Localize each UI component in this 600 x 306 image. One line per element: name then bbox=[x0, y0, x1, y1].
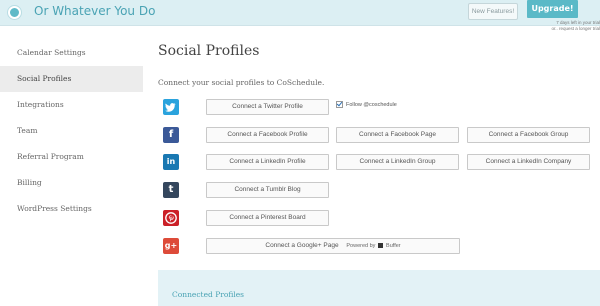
connect-tumblr-blog-button[interactable]: Connect a Tumblr Blog bbox=[206, 182, 329, 198]
facebook-icon: f bbox=[163, 127, 179, 143]
upgrade-button[interactable]: Upgrade! bbox=[527, 0, 578, 18]
trial-days-left: 7 days left in your trial bbox=[556, 20, 600, 25]
follow-coschedule-option[interactable]: Follow @coschedule bbox=[336, 101, 397, 108]
brand-name[interactable]: Or Whatever You Do bbox=[34, 4, 155, 18]
connect-facebook-page-button[interactable]: Connect a Facebook Page bbox=[336, 127, 459, 143]
sidebar-item-billing[interactable]: Billing bbox=[0, 170, 143, 196]
twitter-icon bbox=[163, 99, 179, 115]
sidebar-item-social-profiles[interactable]: Social Profiles bbox=[0, 66, 143, 92]
connected-profiles-panel: Connected Profiles bbox=[158, 270, 600, 306]
follow-coschedule-checkbox[interactable] bbox=[336, 101, 343, 108]
powered-by-label: Powered by bbox=[346, 243, 376, 249]
linkedin-icon: in bbox=[163, 154, 179, 170]
sidebar-item-wordpress-settings[interactable]: WordPress Settings bbox=[0, 196, 143, 222]
connect-twitter-profile-button[interactable]: Connect a Twitter Profile bbox=[206, 99, 329, 115]
connected-profiles-title: Connected Profiles bbox=[172, 290, 245, 299]
connect-google-plus-page-label: Connect a Google+ Page bbox=[265, 242, 339, 249]
tumblr-icon: t bbox=[163, 182, 179, 198]
sidebar-item-integrations[interactable]: Integrations bbox=[0, 92, 143, 118]
brand-logo-icon bbox=[8, 6, 21, 19]
connect-linkedin-group-button[interactable]: Connect a LinkedIn Group bbox=[336, 154, 459, 170]
request-longer-trial-link[interactable]: or.. request a longer trial bbox=[524, 26, 600, 31]
sidebar-item-team[interactable]: Team bbox=[0, 118, 143, 144]
buffer-icon bbox=[378, 242, 384, 248]
page-subtitle: Connect your social profiles to CoSchedu… bbox=[158, 78, 325, 87]
connect-facebook-profile-button[interactable]: Connect a Facebook Profile bbox=[206, 127, 329, 143]
connect-linkedin-company-button[interactable]: Connect a LinkedIn Company bbox=[467, 154, 590, 170]
connect-google-plus-page-button[interactable]: Connect a Google+ Page Powered by Buffer bbox=[206, 238, 460, 254]
buffer-brand-label: Buffer bbox=[386, 243, 401, 249]
follow-coschedule-label: Follow @coschedule bbox=[346, 101, 397, 108]
connect-linkedin-profile-button[interactable]: Connect a LinkedIn Profile bbox=[206, 154, 329, 170]
top-header: Or Whatever You Do New Features! Upgrade… bbox=[0, 0, 600, 26]
sidebar-item-referral-program[interactable]: Referral Program bbox=[0, 144, 143, 170]
connect-pinterest-board-button[interactable]: Connect a Pinterest Board bbox=[206, 210, 329, 226]
pinterest-icon bbox=[163, 210, 179, 226]
page-title: Social Profiles bbox=[158, 43, 260, 59]
settings-sidebar: Calendar Settings Social Profiles Integr… bbox=[0, 40, 143, 222]
google-plus-icon: g+ bbox=[163, 238, 179, 254]
new-features-button[interactable]: New Features! bbox=[468, 3, 518, 20]
sidebar-item-calendar-settings[interactable]: Calendar Settings bbox=[0, 40, 143, 66]
connect-facebook-group-button[interactable]: Connect a Facebook Group bbox=[467, 127, 590, 143]
